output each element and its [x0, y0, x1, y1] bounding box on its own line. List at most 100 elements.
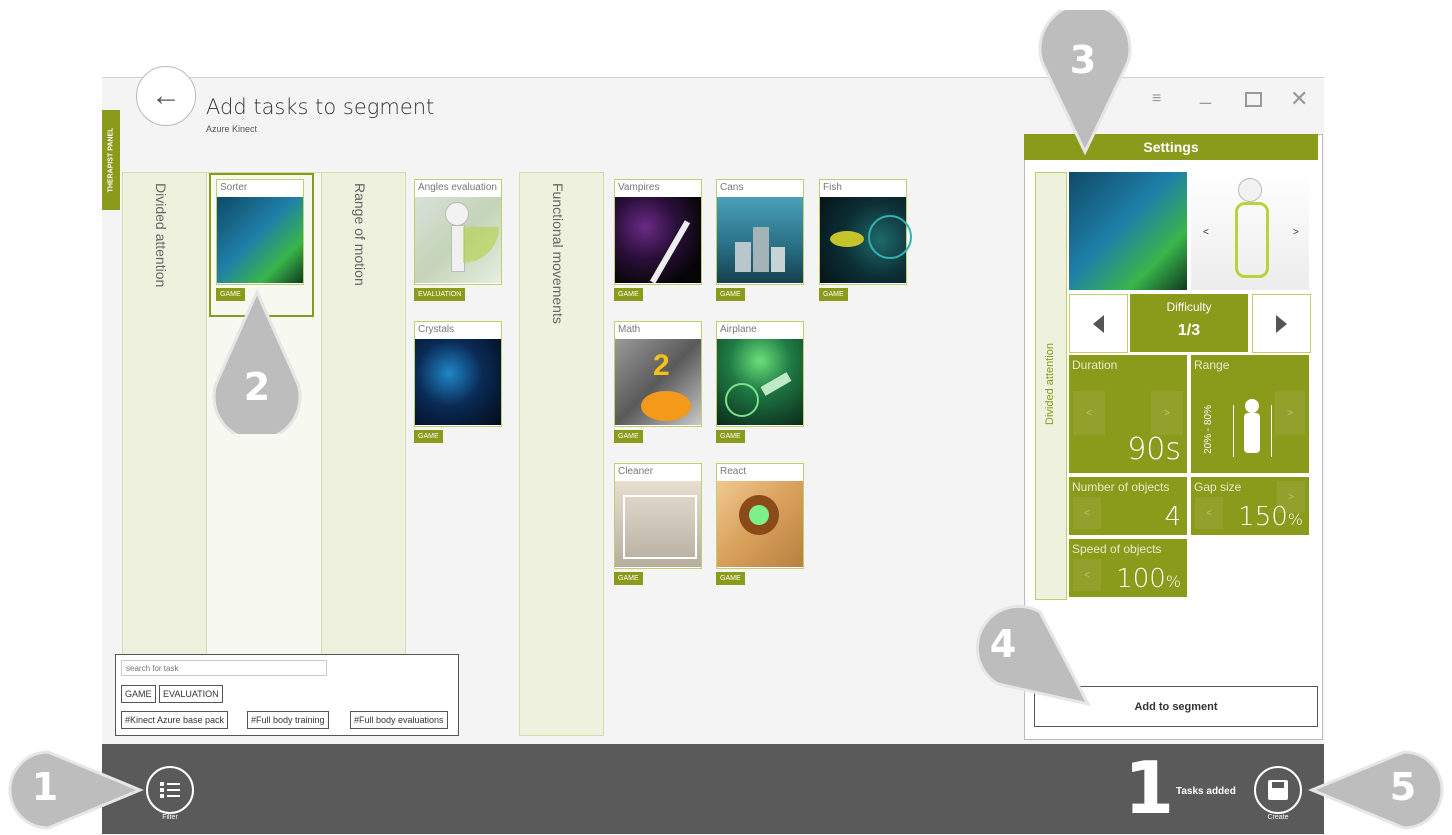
task-tag: GAME [614, 288, 643, 301]
task-label: React [720, 466, 747, 477]
callout-2-number: 2 [243, 365, 271, 409]
speed-decrease-button[interactable]: < [1073, 559, 1101, 591]
settings-body-preview: < > [1191, 172, 1309, 290]
range-setting[interactable]: Range 20% - 80% > [1191, 355, 1309, 473]
category-column-range-of-motion: Range of motion [321, 172, 406, 736]
settings-task-preview [1069, 172, 1187, 290]
task-thumbnail [415, 197, 501, 283]
task-tile-crystals[interactable]: Crystals [414, 321, 502, 427]
difficulty-display: Difficulty 1/3 [1130, 294, 1248, 352]
task-label: Crystals [418, 324, 455, 335]
triangle-left-icon [1093, 314, 1104, 333]
task-tile-sorter[interactable]: Sorter [216, 179, 304, 285]
task-tile-airplane[interactable]: Airplane [716, 321, 804, 427]
arrow-right-icon: > [1293, 227, 1299, 238]
speed-label: Speed of objects [1072, 542, 1162, 556]
gap-decrease-button[interactable]: < [1195, 497, 1223, 529]
category-column-divided-attention: Divided attention [122, 172, 207, 736]
task-label: Math [618, 324, 641, 335]
create-label: Create [1267, 814, 1289, 821]
tag-filter-evaluation[interactable]: EVALUATION [159, 685, 223, 703]
task-tag: EVALUATION [414, 288, 466, 301]
tasks-added-count: 1 [1124, 746, 1175, 830]
close-icon[interactable]: ✕ [1290, 86, 1308, 112]
speed-unit: % [1165, 572, 1181, 591]
gap-label: Gap size [1194, 480, 1242, 494]
objects-label: Number of objects [1072, 480, 1170, 494]
difficulty-label: Difficulty [1166, 300, 1212, 314]
duration-setting[interactable]: Duration < > 90s [1069, 355, 1187, 473]
tag-filter-game[interactable]: GAME [121, 685, 156, 703]
difficulty-decrease-button[interactable] [1069, 294, 1128, 353]
task-tile-cans[interactable]: Cans [716, 179, 804, 285]
task-label: Sorter [220, 182, 248, 193]
maximize-icon[interactable] [1245, 92, 1262, 107]
pack-filter-kinect-azure-base[interactable]: #Kinect Azure base pack [121, 711, 229, 729]
task-tag: GAME [614, 572, 643, 585]
callout-3-number: 3 [1069, 38, 1097, 82]
task-tile-angles-evaluation[interactable]: Angles evaluation [414, 179, 502, 285]
speed-of-objects-setting[interactable]: Speed of objects < 100% [1069, 539, 1187, 597]
callout-4-number: 4 [989, 622, 1017, 666]
create-button[interactable] [1254, 766, 1302, 814]
task-tile-fish[interactable]: Fish [819, 179, 912, 285]
task-thumbnail [820, 197, 912, 283]
task-tag: GAME [716, 430, 745, 443]
therapist-panel-tab[interactable]: THERAPIST PANEL [102, 110, 120, 210]
arrow-left-icon: ← [151, 79, 181, 112]
gap-size-setting[interactable]: Gap size < > 150% [1191, 477, 1309, 535]
difficulty-increase-button[interactable] [1252, 294, 1311, 353]
back-button[interactable]: ← [136, 66, 196, 126]
filter-label: Filter [162, 814, 178, 821]
duration-label: Duration [1072, 358, 1118, 372]
category-label: Divided attention [153, 183, 169, 288]
sliders-icon[interactable]: ≡ [1152, 90, 1161, 108]
objects-value: 4 [1164, 502, 1181, 532]
task-thumbnail [415, 339, 501, 425]
task-label: Angles evaluation [418, 182, 497, 193]
pack-filter-full-body-evaluations[interactable]: #Full body evaluations [350, 711, 448, 729]
minimize-icon[interactable]: _ [1200, 83, 1211, 106]
number-of-objects-setting[interactable]: Number of objects < 4 [1069, 477, 1187, 535]
page-subtitle: Azure Kinect [206, 124, 258, 134]
range-label: Range [1194, 358, 1230, 372]
task-tag: GAME [716, 572, 745, 585]
list-icon [160, 781, 180, 799]
callout-5-number: 5 [1389, 765, 1417, 809]
callout-5 [1308, 750, 1444, 830]
task-tag: GAME [414, 430, 443, 443]
range-value: 20% - 80% [1203, 405, 1214, 454]
gap-value: 150 [1238, 502, 1288, 532]
difficulty-value: 1/3 [1177, 322, 1201, 339]
speed-value: 100 [1116, 564, 1166, 594]
settings-category-label: Divided attention [1044, 343, 1056, 425]
pack-filter-full-body-training[interactable]: #Full body training [247, 711, 329, 729]
task-label: Airplane [720, 324, 757, 335]
callout-3 [1038, 10, 1132, 156]
task-tile-math[interactable]: Math 2 [614, 321, 702, 427]
objects-decrease-button[interactable]: < [1073, 497, 1101, 529]
filter-button[interactable] [146, 766, 194, 814]
duration-value: 90s [1127, 432, 1181, 467]
task-label: Cans [720, 182, 744, 193]
task-tile-vampires[interactable]: Vampires [614, 179, 702, 285]
task-label: Fish [823, 182, 842, 193]
save-icon [1268, 780, 1288, 800]
task-tag: GAME [614, 430, 643, 443]
search-input[interactable] [121, 660, 327, 676]
range-increase-button[interactable]: > [1275, 391, 1305, 435]
therapist-panel-label: THERAPIST PANEL [107, 127, 115, 193]
task-thumbnail [717, 197, 803, 283]
task-label: Vampires [618, 182, 660, 193]
task-thumbnail [717, 481, 803, 567]
category-label: Functional movements [550, 183, 566, 324]
duration-increase-button[interactable]: > [1151, 391, 1183, 435]
speed-value-group: 100% [1116, 564, 1181, 594]
task-tile-cleaner[interactable]: Cleaner [614, 463, 702, 569]
task-tile-react[interactable]: React [716, 463, 804, 569]
category-label: Range of motion [352, 183, 368, 286]
gap-value-group: 150% [1238, 502, 1303, 532]
task-thumbnail [217, 197, 303, 283]
task-thumbnail [615, 197, 701, 284]
duration-decrease-button[interactable]: < [1073, 391, 1105, 435]
